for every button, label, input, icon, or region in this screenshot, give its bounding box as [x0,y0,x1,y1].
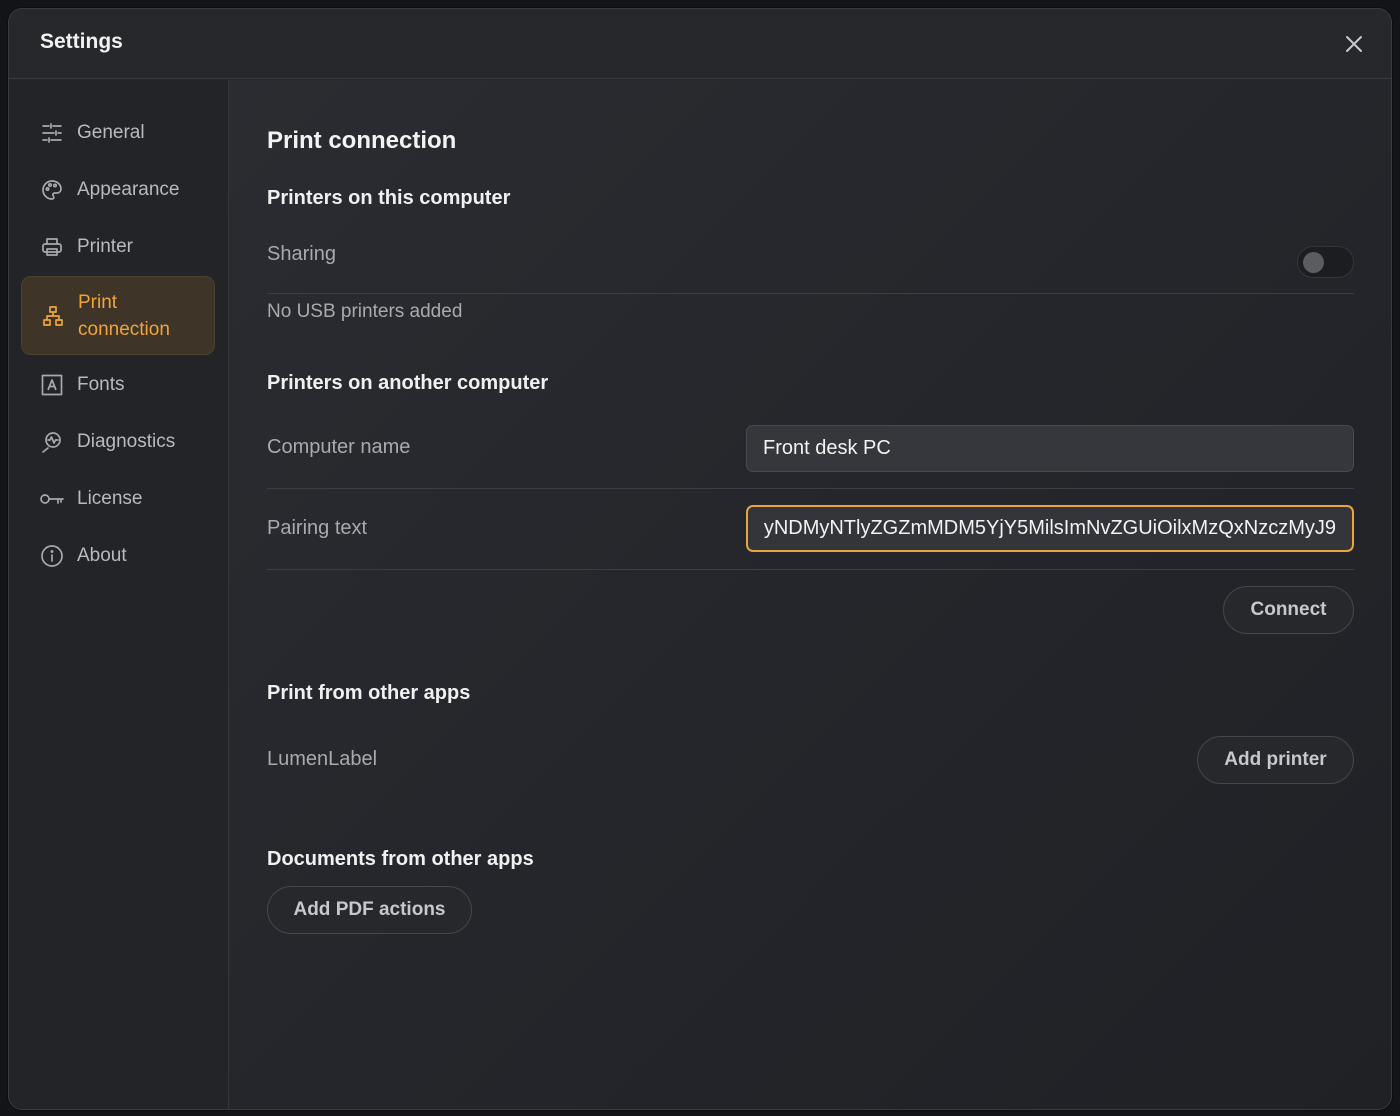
settings-content: Print connection Printers on this comput… [230,80,1391,1109]
dialog-titlebar: Settings [9,9,1391,79]
sidebar: General Appearance Printer Print connect… [9,80,229,1109]
no-usb-printers-text: No USB printers added [267,301,463,322]
computer-name-field[interactable]: Front desk PC [746,425,1354,472]
sidebar-item-label: Diagnostics [77,431,176,452]
sidebar-item-license[interactable]: License [21,477,215,521]
divider [267,569,1354,570]
page-title: Print connection [267,127,457,154]
add-pdf-actions-button[interactable]: Add PDF actions [267,886,472,934]
sidebar-item-diagnostics[interactable]: Diagnostics [21,420,215,464]
sidebar-item-label: Printer [77,236,133,257]
divider [267,488,1354,489]
add-printer-button[interactable]: Add printer [1197,736,1354,784]
diagnostics-icon [39,429,65,455]
sidebar-item-appearance[interactable]: Appearance [21,168,215,212]
divider [267,293,1354,294]
settings-dialog: Settings General Appearance Printer Prin… [8,8,1392,1110]
sidebar-item-fonts[interactable]: Fonts [21,363,215,407]
toggle-knob [1303,252,1324,273]
sharing-toggle[interactable] [1297,246,1354,278]
sidebar-item-label: Appearance [77,179,180,200]
palette-icon [39,177,65,203]
network-icon [40,303,66,329]
sidebar-item-label: About [77,545,127,566]
pairing-text-value: yNDMyNTlyZGZmMDM5YjY5MilsImNvZGUiOilxMzQ… [763,517,1336,539]
sidebar-item-label: License [77,488,143,509]
section-heading-documents: Documents from other apps [267,848,534,870]
printer-icon [39,234,65,260]
section-heading-remote-printers: Printers on another computer [267,372,549,394]
sidebar-item-print-connection[interactable]: Print connection [21,276,215,355]
close-icon [1346,36,1362,52]
section-heading-local-printers: Printers on this computer [267,187,511,209]
sidebar-item-printer[interactable]: Printer [21,225,215,269]
sidebar-item-label: General [77,122,145,143]
sidebar-item-label: Print connection [78,291,170,340]
sliders-icon [39,120,65,146]
pairing-text-label: Pairing text [267,517,368,539]
sharing-label: Sharing [267,243,336,265]
app-name-label: LumenLabel [267,748,378,770]
computer-name-label: Computer name [267,436,411,458]
sidebar-item-label: Fonts [77,374,125,395]
section-heading-other-apps: Print from other apps [267,682,471,704]
sidebar-item-general[interactable]: General [21,111,215,155]
close-button[interactable] [1341,31,1367,57]
dialog-title: Settings [40,30,123,53]
pairing-text-field[interactable]: yNDMyNTlyZGZmMDM5YjY5MilsImNvZGUiOilxMzQ… [746,505,1354,552]
font-icon [39,372,65,398]
connect-button[interactable]: Connect [1223,586,1354,634]
info-icon [39,543,65,569]
computer-name-value: Front desk PC [763,437,891,459]
key-icon [39,486,65,512]
sidebar-item-about[interactable]: About [21,534,215,578]
